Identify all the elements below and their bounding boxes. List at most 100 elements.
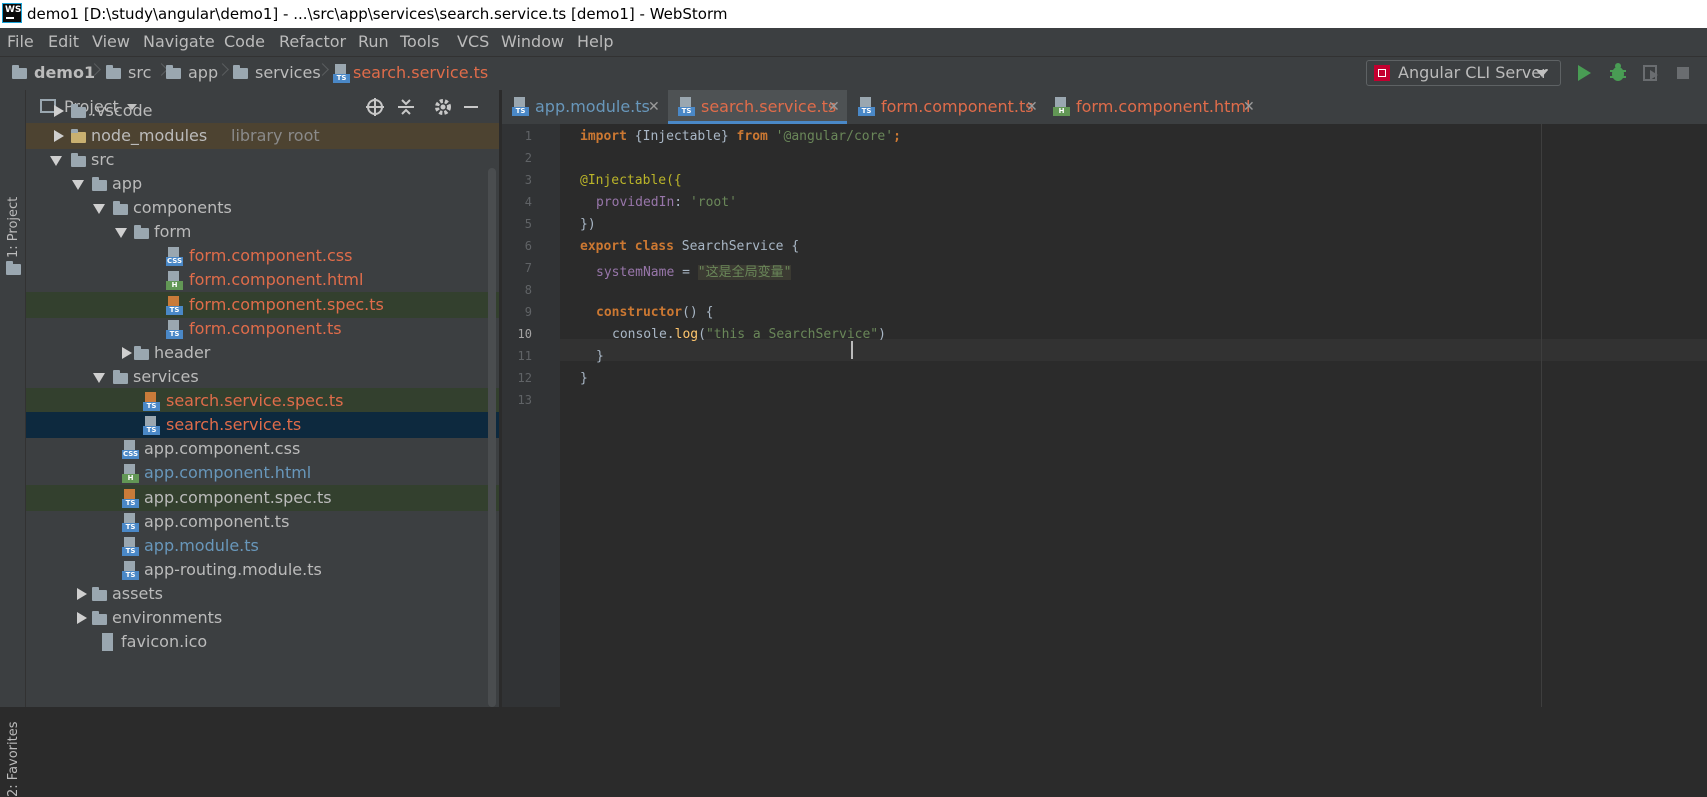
tree-item-components[interactable]: components [26,195,499,221]
typescript-file-icon: TS [122,513,139,533]
coverage-icon[interactable] [1640,62,1662,84]
tree-item-vscode[interactable]: .vscode [26,98,499,124]
tree-item-label: search.service.spec.ts [166,391,344,410]
webstorm-logo-icon: WS [2,3,22,23]
tree-item-node-modules[interactable]: node_modules library root [26,123,499,149]
breadcrumb-services[interactable]: services [255,56,321,90]
line-number: 12 [517,371,532,385]
tab-search-service-ts[interactable]: TS search.service.ts ✕ [668,90,847,124]
tree-item-label: form.component.css [189,246,353,265]
tree-item-form-component-spec-ts[interactable]: TS form.component.spec.ts [26,292,499,318]
run-configuration-selector[interactable]: Angular CLI Server [1366,60,1561,86]
folder-icon [6,261,21,275]
close-icon[interactable]: ✕ [828,90,840,124]
menu-vcs[interactable]: VCS [457,28,489,56]
expand-arrow-icon[interactable] [77,588,87,600]
menu-tools[interactable]: Tools [400,28,439,56]
code-line-5: }) [580,217,596,232]
project-panel-scrollbar[interactable] [488,168,496,707]
expand-arrow-icon[interactable] [77,612,87,624]
tab-app-module-ts[interactable]: TS app.module.ts ✕ [502,90,667,124]
breadcrumb-src[interactable]: src [128,56,151,90]
tree-item-header[interactable]: header [26,340,499,366]
close-icon[interactable]: ✕ [648,90,660,124]
tree-item-form[interactable]: form [26,219,499,245]
menu-file[interactable]: File [7,28,34,56]
tree-item-app-routing-module-ts[interactable]: TS app-routing.module.ts [26,557,499,583]
tree-item-app-module-ts[interactable]: TS app.module.ts [26,533,499,559]
menu-code[interactable]: Code [224,28,265,56]
favorites-tool-window-button[interactable]: 2: Favorites [6,721,21,797]
tree-item-assets[interactable]: assets [26,581,499,607]
project-tool-window-button[interactable]: 1: Project [6,197,21,258]
code-line-3: @Injectable({ [580,173,682,188]
debug-icon[interactable] [1607,62,1629,84]
run-icon[interactable] [1573,62,1595,84]
tree-item-search-service-spec-ts[interactable]: TS search.service.spec.ts [26,388,499,414]
tree-item-form-component-css[interactable]: CSS form.component.css [26,243,499,269]
css-file-icon: CSS [122,440,139,460]
collapse-arrow-icon[interactable] [50,156,62,166]
code-line-11: } [596,349,604,364]
tree-item-app-component-css[interactable]: CSS app.component.css [26,436,499,462]
tab-form-component-ts[interactable]: TS form.component.ts ✕ [848,90,1042,124]
tree-item-services[interactable]: services [26,364,499,390]
collapse-arrow-icon[interactable] [93,204,105,214]
menu-refactor[interactable]: Refactor [279,28,346,56]
tree-item-search-service-ts[interactable]: TS search.service.ts [26,412,499,438]
breadcrumb-demo1[interactable]: demo1 [34,56,95,90]
tree-item-label: form.component.html [189,270,364,289]
folder-icon [134,346,149,360]
tree-item-form-component-ts[interactable]: TS form.component.ts [26,316,499,342]
breadcrumb-separator-icon [218,60,226,84]
menu-edit[interactable]: Edit [48,28,79,56]
menu-run[interactable]: Run [358,28,389,56]
menu-window[interactable]: Window [501,28,564,56]
right-margin-guide [1541,124,1542,707]
expand-arrow-icon[interactable] [122,347,132,359]
typescript-file-icon: TS [858,97,875,117]
tree-item-app-component-spec-ts[interactable]: TS app.component.spec.ts [26,485,499,511]
tab-label: form.component.html [1076,97,1251,116]
folder-icon [92,177,107,191]
expand-arrow-icon[interactable] [54,105,64,117]
line-number: 1 [524,129,532,143]
test-file-icon: TS [122,489,139,509]
tree-item-favicon[interactable]: favicon.ico [26,629,499,655]
folder-icon [71,153,86,167]
folder-icon [134,225,149,239]
breadcrumb-current-file[interactable]: search.service.ts [353,56,488,90]
menu-help[interactable]: Help [577,28,613,56]
tree-item-app-component-html[interactable]: H app.component.html [26,460,499,486]
menu-view[interactable]: View [92,28,130,56]
close-icon[interactable]: ✕ [1026,90,1038,124]
typescript-file-icon: TS [512,97,529,117]
editor-gutter: 1 2 3 4 5 6 7 8 9 10 11 12 13 [502,124,574,707]
tab-form-component-html[interactable]: H form.component.html ✕ [1043,90,1260,124]
collapse-arrow-icon[interactable] [93,373,105,383]
folder-icon [233,65,248,79]
line-number: 10 [517,327,532,341]
code-editor[interactable] [560,124,1707,707]
collapse-arrow-icon[interactable] [72,180,84,190]
text-caret [851,341,853,359]
left-tool-strip: 1: Project 2: Favorites [0,90,26,797]
project-panel: Project .vscode node_modules library roo… [26,90,499,707]
collapse-arrow-icon[interactable] [115,228,127,238]
menu-navigate[interactable]: Navigate [143,28,215,56]
html-file-icon: H [1053,97,1070,117]
tree-item-app-component-ts[interactable]: TS app.component.ts [26,509,499,535]
folder-icon [71,129,86,143]
tree-item-environments[interactable]: environments [26,605,499,631]
breadcrumb-app[interactable]: app [188,56,218,90]
expand-arrow-icon[interactable] [54,130,64,142]
tree-item-app[interactable]: app [26,171,499,197]
typescript-file-icon: TS [333,64,350,84]
stop-icon[interactable] [1672,62,1694,84]
code-line-10: console.log("this a SearchService") [612,327,886,342]
close-icon[interactable]: ✕ [1243,90,1255,124]
tree-item-src[interactable]: src [26,147,499,173]
folder-icon [71,104,86,118]
tree-item-form-component-html[interactable]: H form.component.html [26,267,499,293]
tree-item-label: .vscode [91,101,153,120]
